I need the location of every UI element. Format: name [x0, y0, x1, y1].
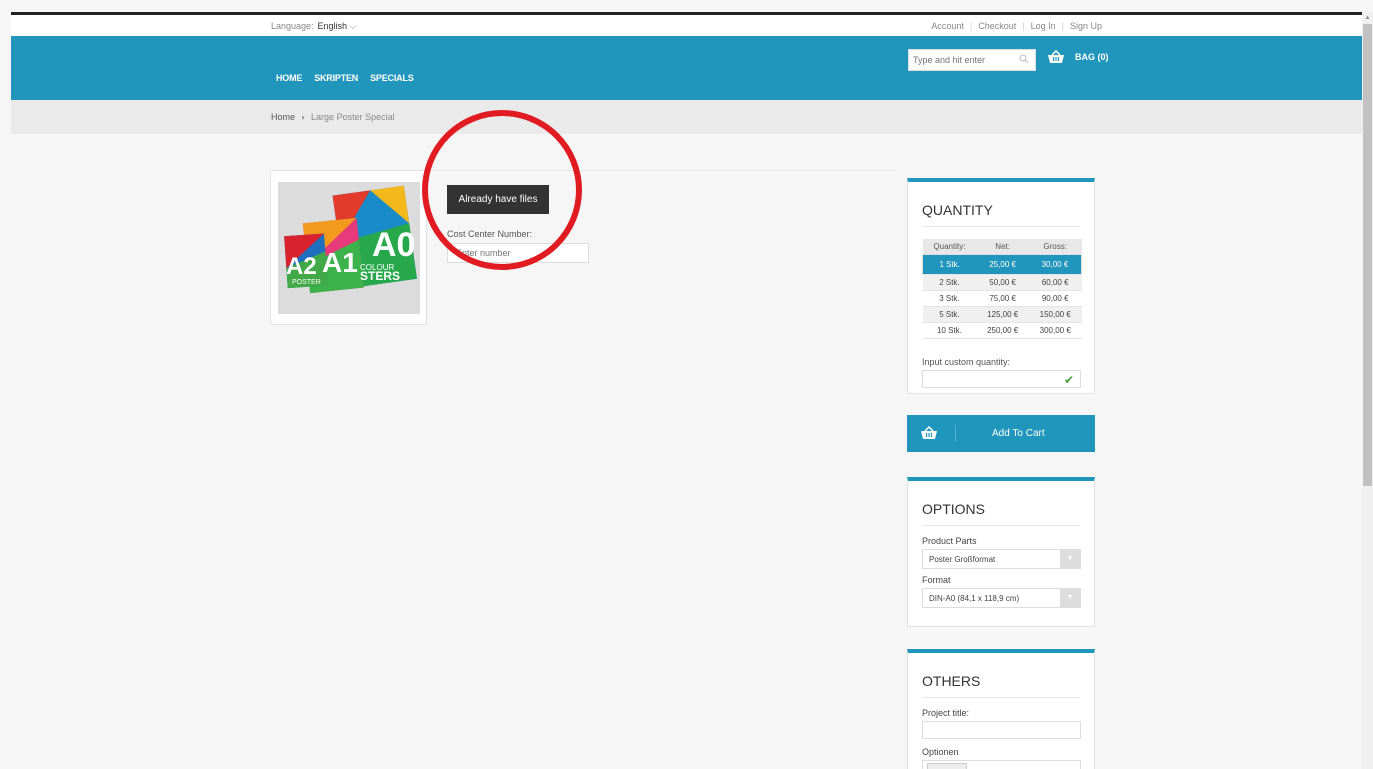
account-link[interactable]: Account	[931, 21, 964, 31]
signup-link[interactable]: Sign Up	[1070, 21, 1102, 31]
highlight-circle	[422, 110, 582, 270]
nav-skripten[interactable]: SKRIPTEN	[314, 73, 358, 83]
table-row[interactable]: 5 Stk. 125,00 € 150,00 €	[922, 306, 1082, 323]
breadcrumb-separator: ›	[301, 112, 305, 122]
breadcrumb: Home › Large Poster Special	[271, 112, 395, 122]
cell-quantity: 3 Stk.	[922, 290, 977, 307]
scroll-up-icon[interactable]: ▲	[1362, 12, 1373, 24]
button-divider	[955, 425, 956, 442]
main-nav: HOME SKRIPTEN SPECIALS	[276, 73, 414, 83]
language-value[interactable]: English	[318, 21, 348, 31]
table-row[interactable]: 3 Stk. 75,00 € 90,00 €	[922, 290, 1082, 307]
dropdown-arrow-icon[interactable]: ▼	[1060, 550, 1080, 568]
chevron-down-icon: ⌵	[349, 21, 357, 31]
optionen-field[interactable]	[922, 760, 1081, 769]
nav-specials[interactable]: SPECIALS	[370, 73, 414, 83]
options-panel: OPTIONS Product Parts Poster Großformat …	[907, 477, 1095, 627]
optionen-button[interactable]	[927, 763, 967, 769]
nav-home[interactable]: HOME	[276, 73, 302, 83]
col-header-gross: Gross:	[1028, 239, 1082, 255]
custom-quantity-input[interactable]: ✔	[922, 370, 1081, 388]
poster-text-sters: STERS	[360, 269, 400, 283]
project-title-input[interactable]	[922, 721, 1081, 739]
product-parts-label: Product Parts	[922, 536, 977, 546]
cell-net: 50,00 €	[976, 274, 1029, 291]
cell-quantity: 2 Stk.	[922, 274, 977, 291]
table-row[interactable]: 10 Stk. 250,00 € 300,00 €	[922, 322, 1082, 339]
basket-icon	[921, 426, 937, 439]
others-panel: OTHERS Project title: Optionen	[907, 649, 1095, 769]
cell-net: 75,00 €	[976, 290, 1029, 307]
search-icon[interactable]	[1019, 54, 1029, 64]
poster-text-a0: A0	[372, 226, 415, 264]
poster-text-a2: A2	[286, 253, 317, 280]
cell-gross: 90,00 €	[1028, 290, 1082, 307]
cell-gross: 150,00 €	[1028, 306, 1082, 323]
cell-gross: 30,00 €	[1028, 254, 1082, 275]
dropdown-arrow-icon[interactable]: ▼	[1060, 589, 1080, 607]
cell-quantity: 10 Stk.	[922, 322, 977, 339]
project-title-label: Project title:	[922, 708, 970, 718]
account-links: Account | Checkout | Log In | Sign Up	[931, 21, 1102, 31]
poster-text-a1: A1	[322, 247, 358, 278]
price-table: Quantity: Net: Gross: 1 Stk. 25,00 € 30,…	[922, 239, 1082, 339]
cell-net: 125,00 €	[976, 306, 1029, 323]
bag-label: BAG (0)	[1075, 52, 1109, 62]
cell-quantity: 5 Stk.	[922, 306, 977, 323]
checkmark-icon[interactable]: ✔	[1064, 373, 1074, 387]
format-select[interactable]: DIN-A0 (84,1 x 118,9 cm) ▼	[922, 588, 1081, 608]
product-image: A0 A1 A2 POSTER COLOUR STERS	[278, 182, 420, 314]
col-header-quantity: Quantity:	[922, 239, 977, 255]
search-input[interactable]	[909, 50, 1009, 70]
cell-net: 250,00 €	[976, 322, 1029, 339]
product-parts-select[interactable]: Poster Großformat ▼	[922, 549, 1081, 569]
table-row[interactable]: 1 Stk. 25,00 € 30,00 €	[922, 254, 1082, 275]
product-parts-value: Poster Großformat	[929, 555, 996, 564]
table-row[interactable]: 2 Stk. 50,00 € 60,00 €	[922, 274, 1082, 291]
optionen-label: Optionen	[922, 747, 959, 757]
language-selector[interactable]: Language: English ⌵	[271, 21, 356, 32]
custom-quantity-label: Input custom quantity:	[922, 357, 1011, 367]
breadcrumb-current: Large Poster Special	[311, 112, 395, 122]
format-value: DIN-A0 (84,1 x 118,9 cm)	[929, 594, 1020, 603]
col-header-net: Net:	[976, 239, 1029, 255]
breadcrumb-home[interactable]: Home	[271, 112, 295, 122]
format-label: Format	[922, 575, 951, 585]
main-navbar: HOME SKRIPTEN SPECIALS BAG (0)	[11, 36, 1362, 100]
quantity-title: QUANTITY	[922, 202, 1080, 227]
breadcrumb-bar: Home › Large Poster Special	[11, 100, 1362, 134]
options-title: OPTIONS	[922, 501, 1080, 526]
scrollbar-thumb[interactable]	[1363, 24, 1372, 486]
cell-gross: 300,00 €	[1028, 322, 1082, 339]
add-to-cart-label: Add To Cart	[992, 428, 1045, 439]
poster-text-poster: POSTER	[292, 279, 321, 286]
top-bar: Language: English ⌵ Account | Checkout | Lo…	[11, 15, 1362, 36]
add-to-cart-button[interactable]: Add To Cart	[907, 415, 1095, 452]
cell-net: 25,00 €	[976, 254, 1029, 275]
others-title: OTHERS	[922, 673, 1080, 698]
language-label: Language:	[271, 21, 314, 31]
checkout-link[interactable]: Checkout	[978, 21, 1016, 31]
quantity-panel: QUANTITY Quantity: Net: Gross: 1 Stk. 25…	[907, 178, 1095, 394]
poster-illustration: A0 A1 A2 POSTER COLOUR STERS	[278, 182, 420, 314]
login-link[interactable]: Log In	[1031, 21, 1056, 31]
cell-gross: 60,00 €	[1028, 274, 1082, 291]
basket-icon	[1048, 50, 1064, 63]
bag-link[interactable]: BAG (0)	[1047, 50, 1109, 64]
search-box	[908, 49, 1036, 71]
product-image-card[interactable]: A0 A1 A2 POSTER COLOUR STERS	[270, 170, 427, 325]
cell-quantity: 1 Stk.	[922, 254, 977, 275]
